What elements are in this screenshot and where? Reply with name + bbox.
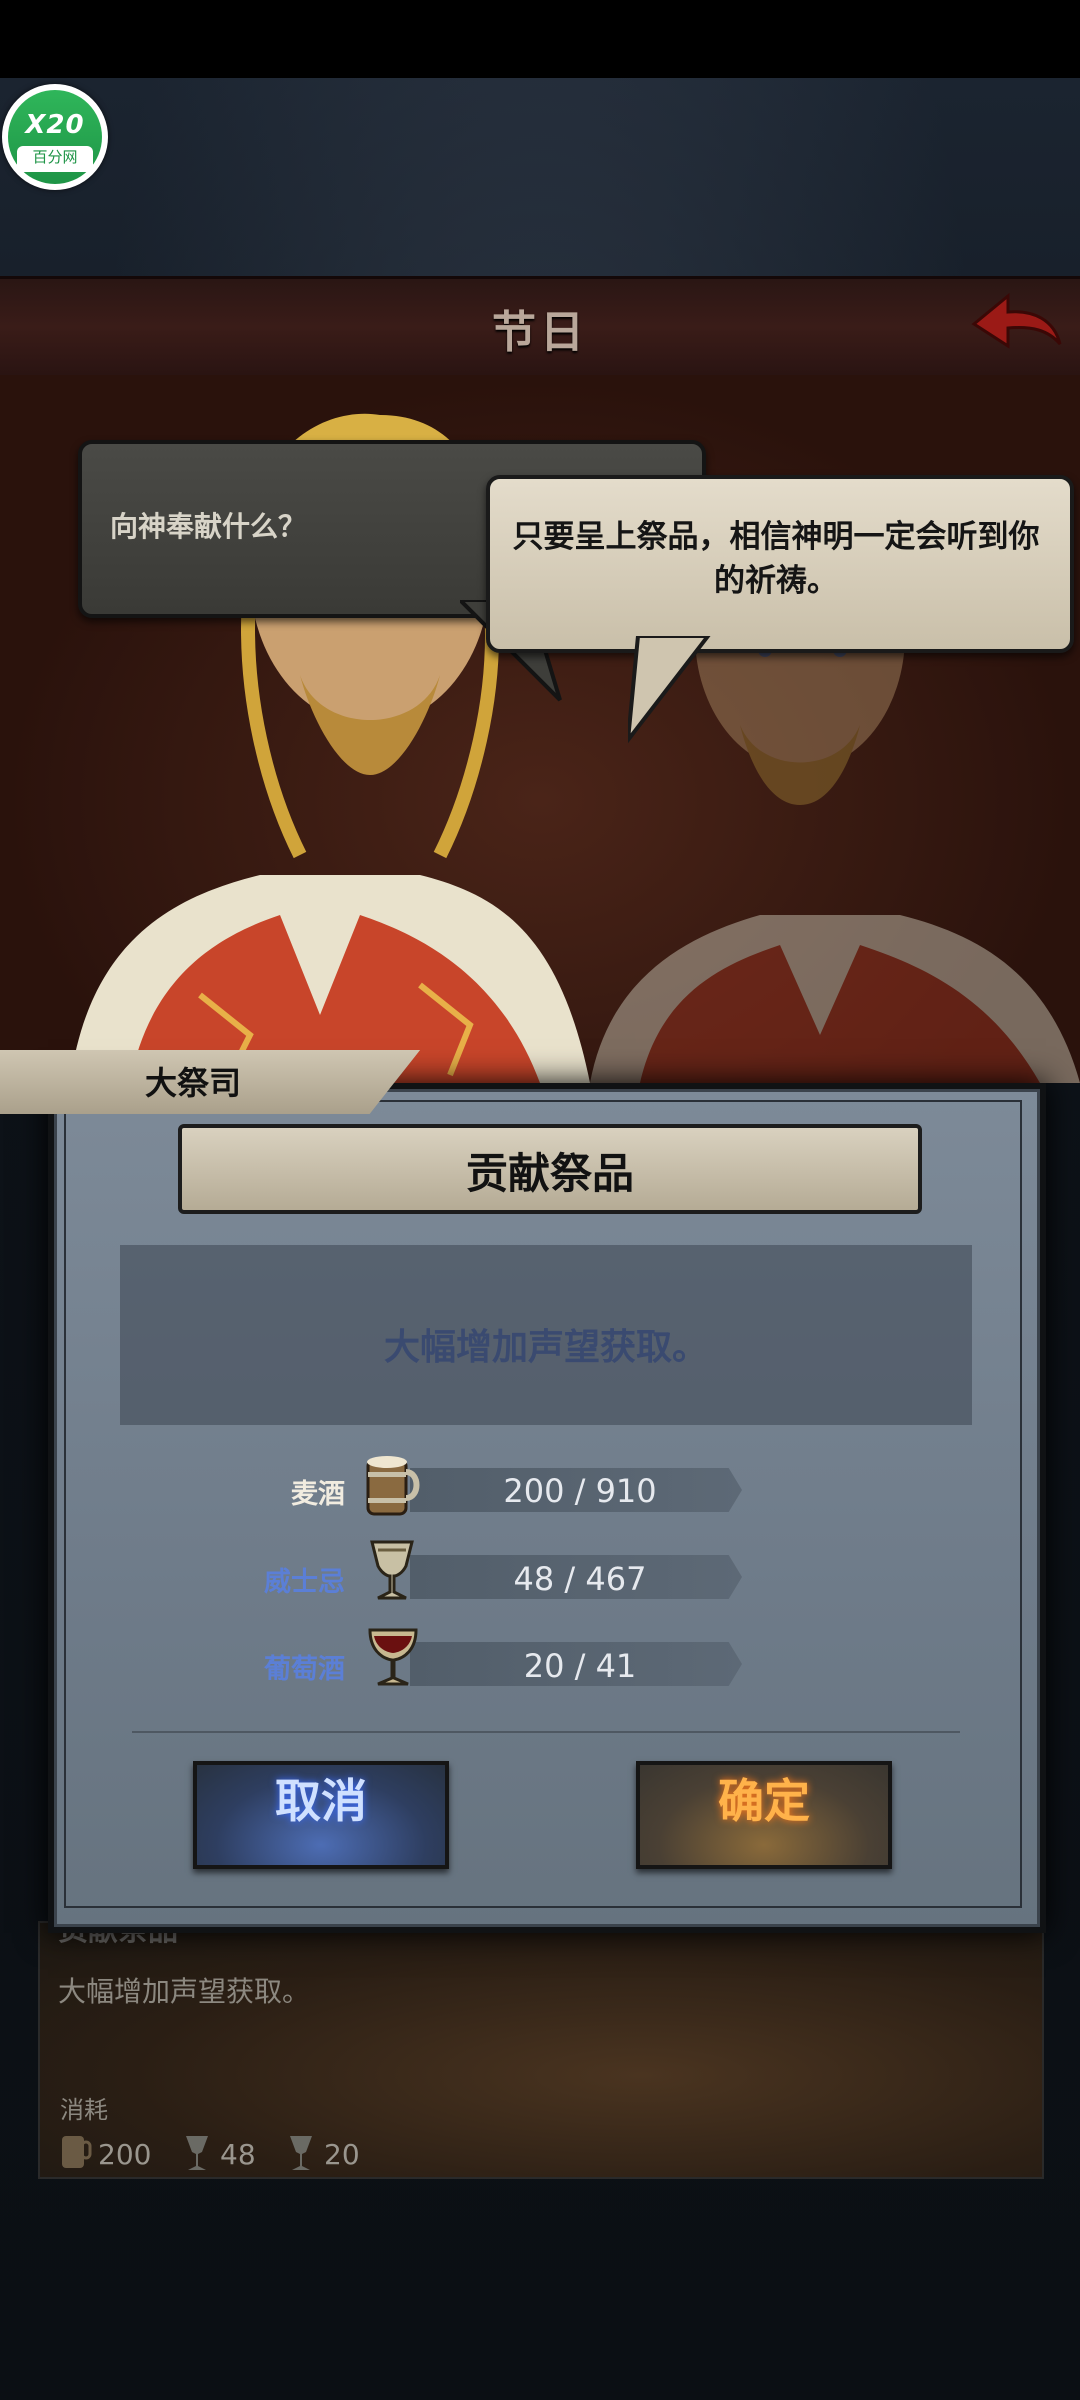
confirm-button-label: 确定 <box>718 1774 810 1828</box>
watermark-bottom-text: 百分网 <box>17 146 93 172</box>
resource-value-ale: 200 / 910 <box>503 1472 657 1510</box>
page-title: 节日 <box>492 307 588 358</box>
cost-ale: 200 <box>98 2138 152 2171</box>
resource-label-ale: 麦酒 <box>291 1479 345 1510</box>
dialog-title: 贡献祭品 <box>465 1149 634 1198</box>
cancel-button-label: 取消 <box>275 1774 367 1828</box>
cost-whisky: 48 <box>220 2138 256 2171</box>
whisky-goblet-icon <box>186 2136 208 2170</box>
resource-value-wine: 20 / 41 <box>523 1647 637 1685</box>
status-bar <box>0 0 1080 78</box>
speaker-name-label: 大祭司 <box>145 1064 242 1102</box>
offering-card-cost-label: 消耗 <box>60 2096 108 2124</box>
player-dialogue-text: 向神奉献什么？ <box>110 510 307 543</box>
cancel-button[interactable]: 取消 <box>193 1761 449 1869</box>
watermark-logo: X20 百分网 <box>2 84 108 190</box>
resource-label-wine: 葡萄酒 <box>264 1654 345 1685</box>
dialog-description: 大幅增加声望获取。 <box>383 1327 708 1368</box>
confirm-button[interactable]: 确定 <box>636 1761 892 1869</box>
resource-label-whisky: 威士忌 <box>264 1567 345 1598</box>
wine-goblet-icon <box>290 2136 312 2170</box>
ale-mug-icon <box>62 2136 92 2168</box>
npc-dialogue-text: 只要呈上祭品，相信神明一定会听到你的祈祷。 <box>512 519 1040 599</box>
back-arrow-icon <box>971 292 1062 349</box>
offering-card-description: 大幅增加声望获取。 <box>58 1975 311 2008</box>
watermark-top-text: X20 <box>25 110 85 140</box>
bubble-tail-right <box>628 636 711 744</box>
dialog-divider <box>132 1731 960 1733</box>
back-button[interactable] <box>968 286 1064 360</box>
cost-wine: 20 <box>324 2138 360 2171</box>
resource-value-whisky: 48 / 467 <box>513 1560 647 1598</box>
